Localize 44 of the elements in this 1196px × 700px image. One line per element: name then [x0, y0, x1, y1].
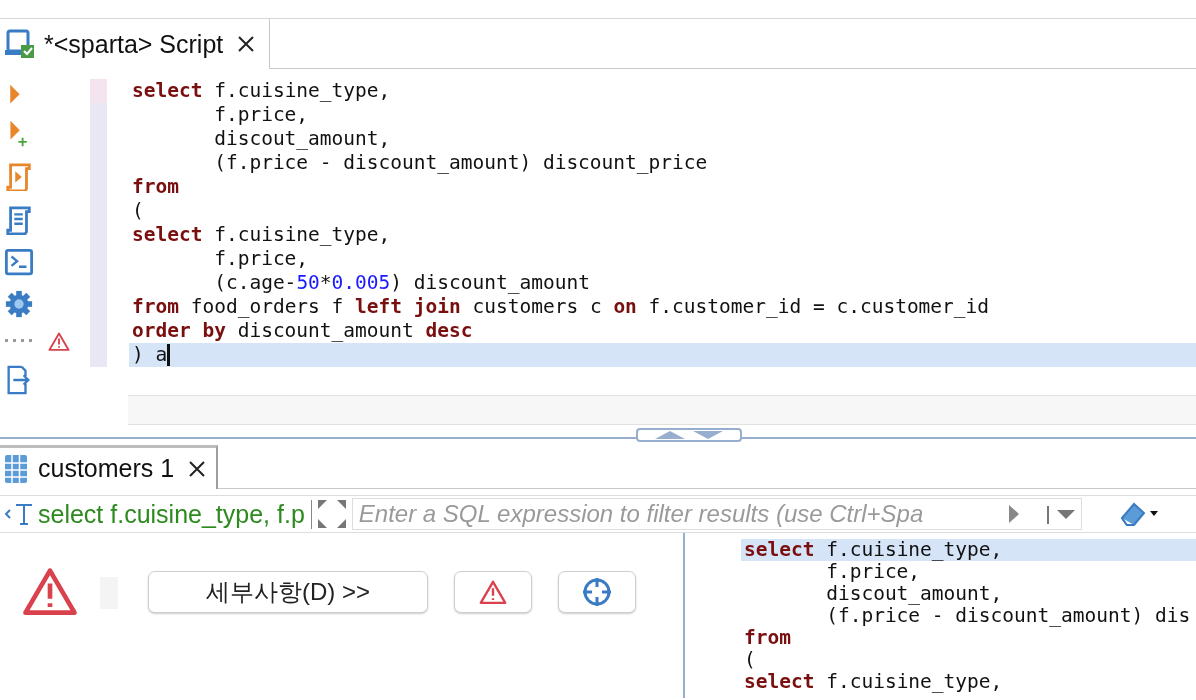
- settings-icon[interactable]: [4, 289, 34, 318]
- error-icon: [22, 567, 78, 617]
- code-line: f.price,: [825, 561, 921, 583]
- code-line: select f.cuisine_type,: [744, 671, 1003, 693]
- code-line: order by discount_amount desc: [132, 319, 473, 343]
- text-cursor: [167, 344, 171, 366]
- code-line: from: [744, 627, 791, 649]
- code-line: from food_orders f left join customers c on f.customer_id = c.customer_id: [132, 295, 990, 319]
- code-line: (f.price - discount_amount) discount_price: [213, 151, 708, 175]
- dots-icon: [4, 339, 34, 344]
- table-icon: [4, 453, 30, 484]
- warning-icon: [479, 579, 507, 605]
- code-line: (: [132, 199, 144, 223]
- close-icon[interactable]: [237, 35, 256, 53]
- filter-field[interactable]: Enter a SQL expression to filter results (use Ctrl+Spa: [351, 498, 1082, 530]
- script-play-icon[interactable]: [4, 161, 34, 192]
- code-line: ) a: [132, 343, 168, 367]
- close-icon[interactable]: [188, 459, 207, 478]
- crosshair-button[interactable]: [558, 571, 636, 613]
- code-line: discout_amount,: [213, 127, 391, 151]
- code-line: select f.cuisine_type,: [132, 223, 391, 247]
- code-line: f.price,: [213, 103, 309, 127]
- terminal-icon[interactable]: [4, 249, 34, 276]
- code-line: (c.age-50*0.005) discount_amount: [213, 271, 590, 295]
- text-icon: [4, 502, 34, 526]
- export-icon[interactable]: [4, 365, 32, 395]
- script-icon[interactable]: [4, 205, 34, 236]
- splitter-handle[interactable]: [636, 428, 742, 442]
- crosshair-icon: [582, 577, 612, 607]
- code-line: from: [132, 175, 179, 199]
- code-line: (f.price - discount_amount) dis: [825, 605, 1191, 627]
- warning-icon: [48, 331, 70, 352]
- code-line: select f.cuisine_type,: [744, 539, 1003, 561]
- warning-button[interactable]: [454, 571, 532, 613]
- results-tab[interactable]: customers 1: [0, 445, 219, 489]
- run-icon[interactable]: [1006, 503, 1021, 525]
- code-line: discout_amount,: [825, 583, 1003, 605]
- code-line: (: [744, 649, 756, 671]
- code-line: f.price,: [213, 247, 309, 271]
- script-icon: [4, 28, 36, 60]
- expand-icon[interactable]: [315, 498, 348, 530]
- code-line: select f.cuisine_type,: [132, 79, 391, 103]
- details-button[interactable]: 세부사항(D) >>: [148, 571, 428, 613]
- query-text: select f.cuisine_type, f.p: [38, 499, 312, 529]
